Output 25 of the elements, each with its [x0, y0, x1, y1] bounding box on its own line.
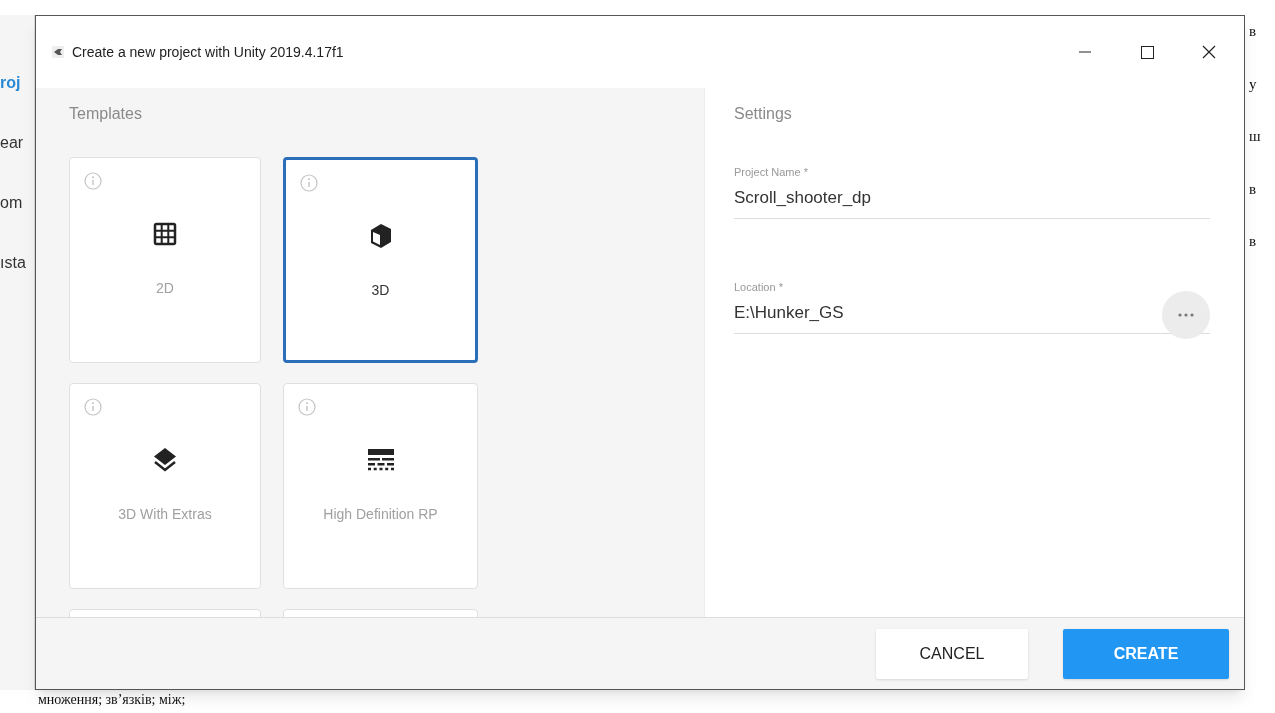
sidebar-text: roj: [0, 73, 22, 93]
text-field[interactable]: Project Name * Scroll_shooter_dp: [734, 164, 1210, 219]
cancel-button[interactable]: CANCEL: [876, 628, 1028, 679]
window-title: Create a new project with Unity 2019.4.17f1: [72, 42, 344, 62]
sidebar-text: ear: [0, 133, 25, 153]
template-card[interactable]: 3D: [283, 157, 478, 363]
template-label: 3D: [371, 281, 390, 300]
field-value: E:\Hunker_GS: [734, 301, 844, 324]
section-heading: Settings: [734, 104, 793, 124]
template-label: 2D: [156, 279, 174, 298]
document-text: в: [1249, 179, 1258, 199]
field-label: Project Name *: [734, 165, 808, 180]
field-label: Location *: [734, 280, 783, 295]
document-text: у: [1249, 74, 1258, 94]
document-text: в: [1249, 232, 1258, 251]
template-label: 3D With Extras: [118, 505, 212, 524]
template-label: High Definition RP: [323, 505, 438, 524]
sidebar-text: ısta: [0, 253, 27, 273]
sidebar-text: om: [0, 193, 24, 213]
section-heading: Templates: [69, 104, 143, 124]
document-text: множення; зв’язків; між;: [38, 692, 186, 708]
text-field[interactable]: Location * E:\Hunker_GS: [734, 279, 1210, 334]
field-value: Scroll_shooter_dp: [734, 186, 872, 209]
document-text: в: [1249, 22, 1258, 41]
document-text: ш: [1249, 127, 1262, 146]
